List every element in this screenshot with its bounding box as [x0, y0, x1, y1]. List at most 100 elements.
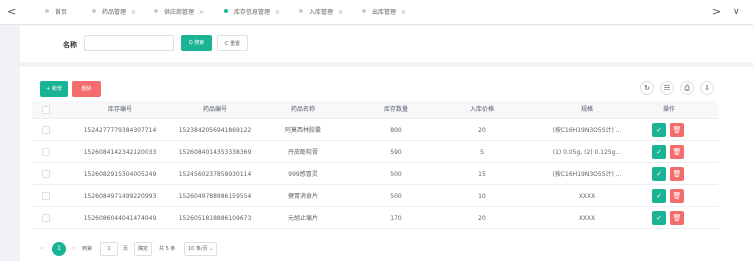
table-row[interactable]: 1526084971499220993 1526049788986159554 …: [32, 186, 718, 207]
page-size-value: 10 条/页: [188, 246, 208, 252]
row-checkbox[interactable]: [42, 170, 50, 178]
edit-icon[interactable]: ✓: [652, 123, 666, 137]
tab-label: 入库管理: [309, 9, 334, 16]
total-count: 共 5 条: [159, 246, 176, 252]
tab-close-icon[interactable]: ×: [338, 9, 343, 16]
tab-label: 药品管理: [102, 9, 127, 16]
cell-drug-name: 999感冒灵: [288, 171, 318, 178]
tab-close-icon[interactable]: ×: [131, 9, 136, 16]
chevron-down-icon: ⌄: [209, 246, 214, 252]
page-1-button[interactable]: 1: [52, 242, 66, 256]
header-spec[interactable]: 规格: [532, 101, 642, 119]
cell-spec: (1) 0.05g, (2) 0.125g...: [552, 149, 622, 156]
columns-icon[interactable]: ☷: [660, 81, 674, 95]
cell-spec: (按C16H19N3O5S计) ...: [552, 127, 622, 134]
cell-inbound-price: 20: [478, 215, 486, 222]
goto-page-input[interactable]: 1: [100, 242, 118, 256]
cell-drug-name: 元胡止痛片: [287, 215, 318, 222]
prev-page-icon[interactable]: <: [40, 242, 44, 256]
delete-button[interactable]: 删除: [72, 81, 101, 97]
goto-label: 到第: [82, 246, 93, 252]
tab-supplier-management[interactable]: 供应商管理 ×: [154, 7, 204, 19]
header-actions: 操作: [662, 106, 675, 113]
tab-dot-icon: [362, 9, 366, 13]
page-unit-label: 页: [123, 246, 129, 252]
cell-stock-qty: 500: [390, 171, 402, 178]
edit-icon[interactable]: ✓: [652, 167, 666, 181]
row-checkbox[interactable]: [42, 192, 50, 200]
next-page-icon[interactable]: >: [72, 242, 76, 256]
cell-spec: XXXX: [578, 193, 596, 200]
tab-dot-icon: [299, 9, 303, 13]
select-all-checkbox[interactable]: [42, 106, 50, 114]
tab-close-icon[interactable]: ×: [199, 9, 204, 16]
cell-drug-name: 健胃消食片: [287, 193, 318, 200]
tabs-next-icon[interactable]: >: [712, 6, 721, 18]
print-icon[interactable]: ⎙: [680, 81, 694, 95]
tab-drug-management[interactable]: 药品管理 ×: [92, 7, 136, 19]
confirm-goto-button[interactable]: 确定: [134, 242, 153, 256]
row-checkbox[interactable]: [42, 126, 50, 134]
cell-inbound-price: 15: [478, 171, 486, 178]
tab-inbound-management[interactable]: 入库管理 ×: [299, 7, 343, 19]
stock-table-panel: + 新增 删除 ↻ ☷ ⎙ ⇩ 库存编号 药品编号 药品名称 库存数量 入库价格…: [20, 67, 753, 261]
edit-icon[interactable]: ✓: [652, 211, 666, 225]
table-row[interactable]: 1526082915304005249 1524560237858930114 …: [32, 164, 718, 185]
tab-dot-icon: [224, 9, 228, 13]
row-checkbox[interactable]: [42, 148, 50, 156]
tab-dot-icon: [45, 9, 49, 13]
trash-icon[interactable]: 🗑: [670, 211, 684, 225]
header-drug-id[interactable]: 药品编号: [160, 101, 270, 119]
name-search-input[interactable]: [84, 35, 174, 51]
edit-icon[interactable]: ✓: [652, 189, 666, 203]
cell-drug-name: 阿莫西林胶囊: [284, 127, 321, 134]
cell-drug-id: 1523842056941869122: [178, 127, 252, 134]
cell-drug-id: 1526049788986159554: [178, 193, 252, 200]
cell-stock-qty: 590: [390, 149, 402, 156]
tab-dot-icon: [154, 9, 158, 13]
trash-icon[interactable]: 🗑: [670, 167, 684, 181]
trash-icon[interactable]: 🗑: [670, 145, 684, 159]
cell-inbound-price: 10: [478, 193, 486, 200]
table-header: 库存编号 药品编号 药品名称 库存数量 入库价格 规格 操作: [32, 101, 718, 119]
reset-button[interactable]: C 重置: [217, 35, 248, 51]
header-drug-name[interactable]: 药品名称: [258, 101, 348, 119]
name-label: 名称: [63, 41, 77, 49]
tabs-prev-icon[interactable]: <: [7, 6, 16, 18]
tabs-bar: < 首页 药品管理 × 供应商管理 × 库存信息管理 × 入库管理 × 出库管理 × > …: [0, 0, 753, 25]
tab-label: 出库管理: [372, 9, 397, 16]
tab-outbound-management[interactable]: 出库管理 ×: [362, 7, 406, 19]
tabs-dropdown-icon[interactable]: ∨: [733, 6, 740, 18]
table-row[interactable]: 1526086044041474049 1526051818886109673 …: [32, 208, 718, 229]
cell-spec: (按C16H19N3O5S计) ...: [552, 171, 622, 178]
tab-label: 首页: [55, 9, 68, 16]
export-icon[interactable]: ⇩: [700, 81, 714, 95]
trash-icon[interactable]: 🗑: [670, 189, 684, 203]
search-panel: 名称 Q 搜索 C 重置: [20, 26, 753, 62]
search-button[interactable]: Q 搜索: [181, 35, 212, 51]
tab-stock-info[interactable]: 库存信息管理 ×: [224, 7, 280, 19]
edit-icon[interactable]: ✓: [652, 145, 666, 159]
cell-stock-qty: 500: [390, 193, 402, 200]
cell-inbound-price: 5: [480, 149, 484, 156]
cell-drug-id: 1526084014353338369: [178, 149, 252, 156]
tab-close-icon[interactable]: ×: [401, 9, 406, 16]
table-row[interactable]: 1524277779384307714 1523842056941869122 …: [32, 120, 718, 141]
header-stock-qty[interactable]: 库存数量: [356, 101, 436, 119]
header-inbound-price[interactable]: 入库价格: [442, 101, 522, 119]
tab-label: 供应商管理: [164, 9, 195, 16]
tab-dot-icon: [92, 9, 96, 13]
table-row[interactable]: 1526084142342120033 1526084014353338369 …: [32, 142, 718, 163]
trash-icon[interactable]: 🗑: [670, 123, 684, 137]
add-button[interactable]: + 新增: [40, 81, 68, 97]
cell-drug-id: 1524560237858930114: [178, 171, 252, 178]
tab-home[interactable]: 首页: [45, 7, 67, 19]
row-checkbox[interactable]: [42, 214, 50, 222]
cell-stock-qty: 800: [390, 127, 402, 134]
cell-stock-qty: 170: [390, 215, 402, 222]
page-size-select[interactable]: 10 条/页 ⌄: [184, 242, 218, 256]
cell-inbound-price: 20: [478, 127, 486, 134]
refresh-icon[interactable]: ↻: [640, 81, 654, 95]
tab-close-icon[interactable]: ×: [275, 9, 280, 16]
cell-drug-name: 丹皮酚软膏: [287, 149, 318, 156]
